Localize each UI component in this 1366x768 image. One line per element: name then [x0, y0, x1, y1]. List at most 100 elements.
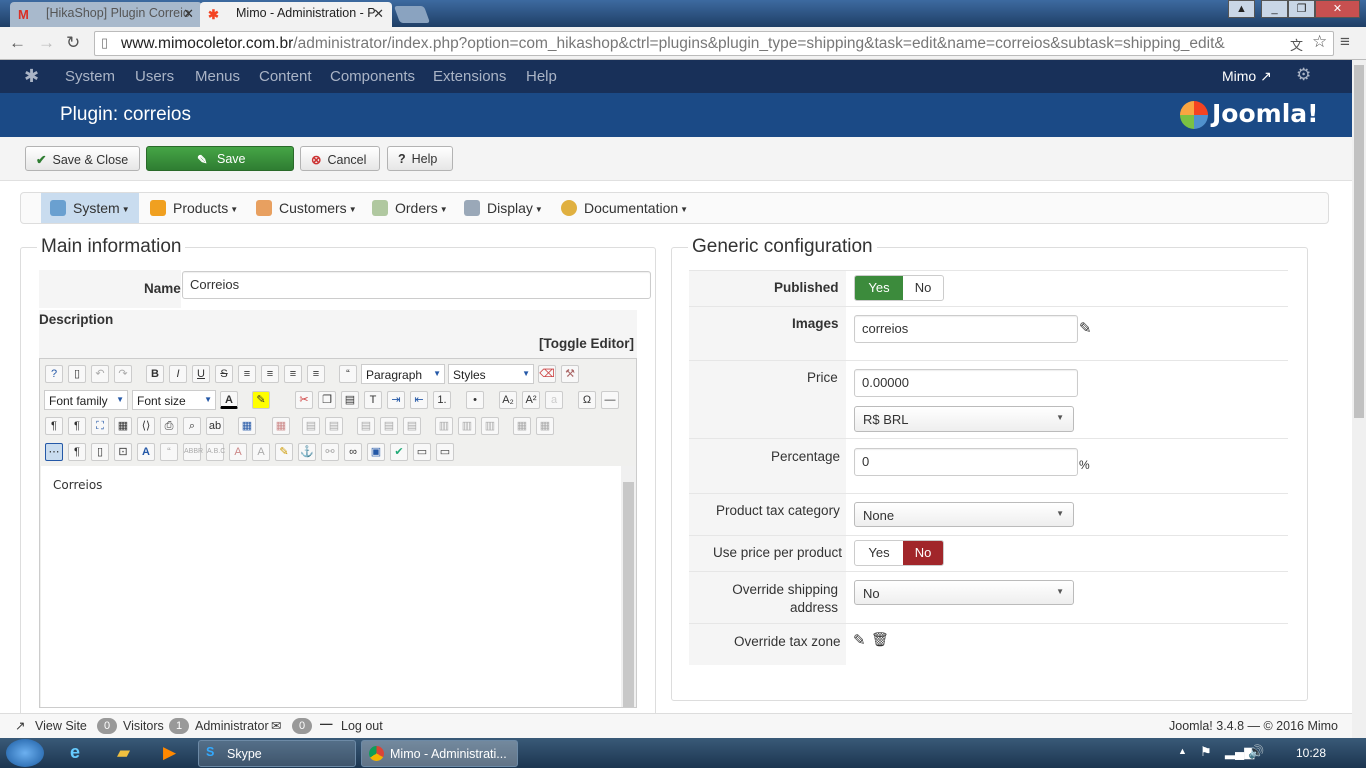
close-icon[interactable]: ✕ [373, 6, 384, 22]
user-icon[interactable]: ▲ [1228, 0, 1255, 18]
delete-col-icon[interactable]: ▥ [481, 417, 499, 435]
taskbar-skype[interactable]: S Skype [198, 740, 356, 767]
folder-icon[interactable]: ▰ [117, 743, 130, 763]
published-toggle[interactable]: Yes No [854, 275, 944, 301]
flag-icon[interactable]: ⚑ [1200, 744, 1212, 760]
maximize-button[interactable]: ❐ [1288, 0, 1315, 18]
omega-icon[interactable]: Ω [578, 391, 596, 409]
trash-icon[interactable]: 🗑 [871, 631, 889, 648]
nav-help[interactable]: Help [526, 68, 557, 85]
tray-arrow-icon[interactable]: ▲ [1178, 746, 1187, 756]
delete-table-icon[interactable]: ▦ [272, 417, 290, 435]
blockquote-icon[interactable]: “ [339, 365, 357, 383]
view-site-link[interactable]: View Site [35, 719, 87, 733]
print-icon[interactable]: ⎙ [160, 417, 178, 435]
help-button[interactable]: ? Help [387, 146, 453, 171]
menu-icon[interactable]: ≡ [1340, 32, 1350, 52]
undo-icon[interactable]: ↶ [91, 365, 109, 383]
code-icon[interactable]: ⟨⟩ [137, 417, 155, 435]
attribs-icon[interactable]: ✎ [275, 443, 293, 461]
currency-select[interactable]: R$ BRL ▼ [854, 406, 1074, 432]
layer-icon[interactable]: ▭ [436, 443, 454, 461]
align-left-icon[interactable]: ≡ [284, 365, 302, 383]
envelope-icon[interactable]: ✉ [271, 718, 281, 733]
delete-row-icon[interactable]: ▤ [403, 417, 421, 435]
scroll-thumb[interactable] [623, 482, 634, 707]
editor-content[interactable]: Correios [41, 466, 621, 707]
col-after-icon[interactable]: ▥ [458, 417, 476, 435]
minimize-button[interactable]: _ [1261, 0, 1288, 18]
styles-select[interactable]: Styles ▼ [448, 364, 534, 384]
unlink-icon[interactable]: ⚯ [321, 443, 339, 461]
table-icon[interactable]: ▦ [238, 417, 256, 435]
nav-system[interactable]: System [65, 68, 115, 85]
outdent-icon[interactable]: ⇤ [410, 391, 428, 409]
align-right-icon[interactable]: ≡ [307, 365, 325, 383]
link-icon[interactable]: ∞ [344, 443, 362, 461]
hikamenu-products[interactable]: Products ▼ [141, 193, 246, 223]
ordered-list-icon[interactable]: 1. [433, 391, 451, 409]
style-icon[interactable]: A [137, 443, 155, 461]
new-document-icon[interactable]: ▯ [68, 365, 86, 383]
ltr-icon[interactable]: ¶ [45, 417, 63, 435]
merge-cells-icon[interactable]: ▦ [536, 417, 554, 435]
fullscreen-icon[interactable]: ⛶ [91, 417, 109, 435]
show-blocks-icon[interactable]: ¶ [68, 443, 86, 461]
acronym-icon[interactable]: A.B.C [206, 443, 225, 461]
volume-icon[interactable]: 🔊 [1248, 744, 1264, 760]
row-props-icon[interactable]: ▤ [302, 417, 320, 435]
highlight-icon[interactable]: ✎ [252, 391, 270, 409]
nav-menus[interactable]: Menus [195, 68, 240, 85]
toggle-editor-link[interactable]: [Toggle Editor] [539, 336, 634, 351]
nav-components[interactable]: Components [330, 68, 415, 85]
bullet-list-icon[interactable]: • [466, 391, 484, 409]
cancel-button[interactable]: ⊗ Cancel [300, 146, 380, 171]
hikamenu-customers[interactable]: Customers ▼ [247, 193, 365, 223]
hikamenu-system[interactable]: System ▼ [41, 193, 139, 223]
nav-users[interactable]: Users [135, 68, 174, 85]
media-player-icon[interactable]: ▶ [163, 743, 176, 763]
price-per-product-no[interactable]: No [903, 541, 943, 565]
anchor-icon[interactable]: ⚓ [298, 443, 316, 461]
published-yes[interactable]: Yes [855, 276, 903, 300]
tax-category-select[interactable]: None ▼ [854, 502, 1074, 527]
images-input[interactable]: correios [854, 315, 1078, 343]
override-shipping-select[interactable]: No ▼ [854, 580, 1074, 605]
hikamenu-orders[interactable]: Orders ▼ [363, 193, 456, 223]
cell-props-icon[interactable]: ▤ [325, 417, 343, 435]
tab-mimo-admin[interactable]: ✱ Mimo - Administration - P ✕ [200, 2, 392, 27]
reload-icon[interactable]: ↻ [66, 33, 80, 53]
internet-explorer-icon[interactable]: e [70, 742, 80, 763]
price-input[interactable]: 0.00000 [854, 369, 1078, 397]
start-button[interactable] [6, 739, 44, 767]
cite-icon[interactable]: “ [160, 443, 178, 461]
logout-link[interactable]: Log out [341, 719, 383, 733]
superscript-icon[interactable]: A² [522, 391, 540, 409]
published-no[interactable]: No [903, 276, 943, 300]
horizontal-rule-icon[interactable]: — [601, 391, 619, 409]
rtl-icon[interactable]: ¶ [68, 417, 86, 435]
font-size-select[interactable]: Font size ▼ [132, 390, 216, 410]
bold-icon[interactable]: B [146, 365, 164, 383]
visual-aid-icon[interactable]: ⋯ [45, 443, 63, 461]
indent-icon[interactable]: ⇥ [387, 391, 405, 409]
strikethrough-icon[interactable]: S [215, 365, 233, 383]
del-icon[interactable]: A [229, 443, 247, 461]
nav-content[interactable]: Content [259, 68, 312, 85]
close-icon[interactable]: ✕ [183, 6, 194, 22]
eraser-icon[interactable]: ⌫ [538, 365, 556, 383]
text-color-icon[interactable]: A [220, 391, 238, 409]
taskbar-chrome[interactable]: Mimo - Administrati... [361, 740, 518, 767]
paste-icon[interactable]: ▤ [341, 391, 359, 409]
help-icon[interactable]: ? [45, 365, 63, 383]
back-icon[interactable]: ← [9, 33, 26, 53]
scroll-thumb[interactable] [1354, 65, 1364, 418]
save-button[interactable]: ✎ Save [146, 146, 294, 171]
name-input[interactable]: Correios [182, 271, 651, 299]
new-tab-button[interactable] [393, 6, 431, 23]
spellcheck-icon[interactable]: ✔ [390, 443, 408, 461]
ins-icon[interactable]: A [252, 443, 270, 461]
cleanup-icon[interactable]: ⚒ [561, 365, 579, 383]
col-before-icon[interactable]: ▥ [435, 417, 453, 435]
clock[interactable]: 10:28 [1296, 746, 1326, 760]
